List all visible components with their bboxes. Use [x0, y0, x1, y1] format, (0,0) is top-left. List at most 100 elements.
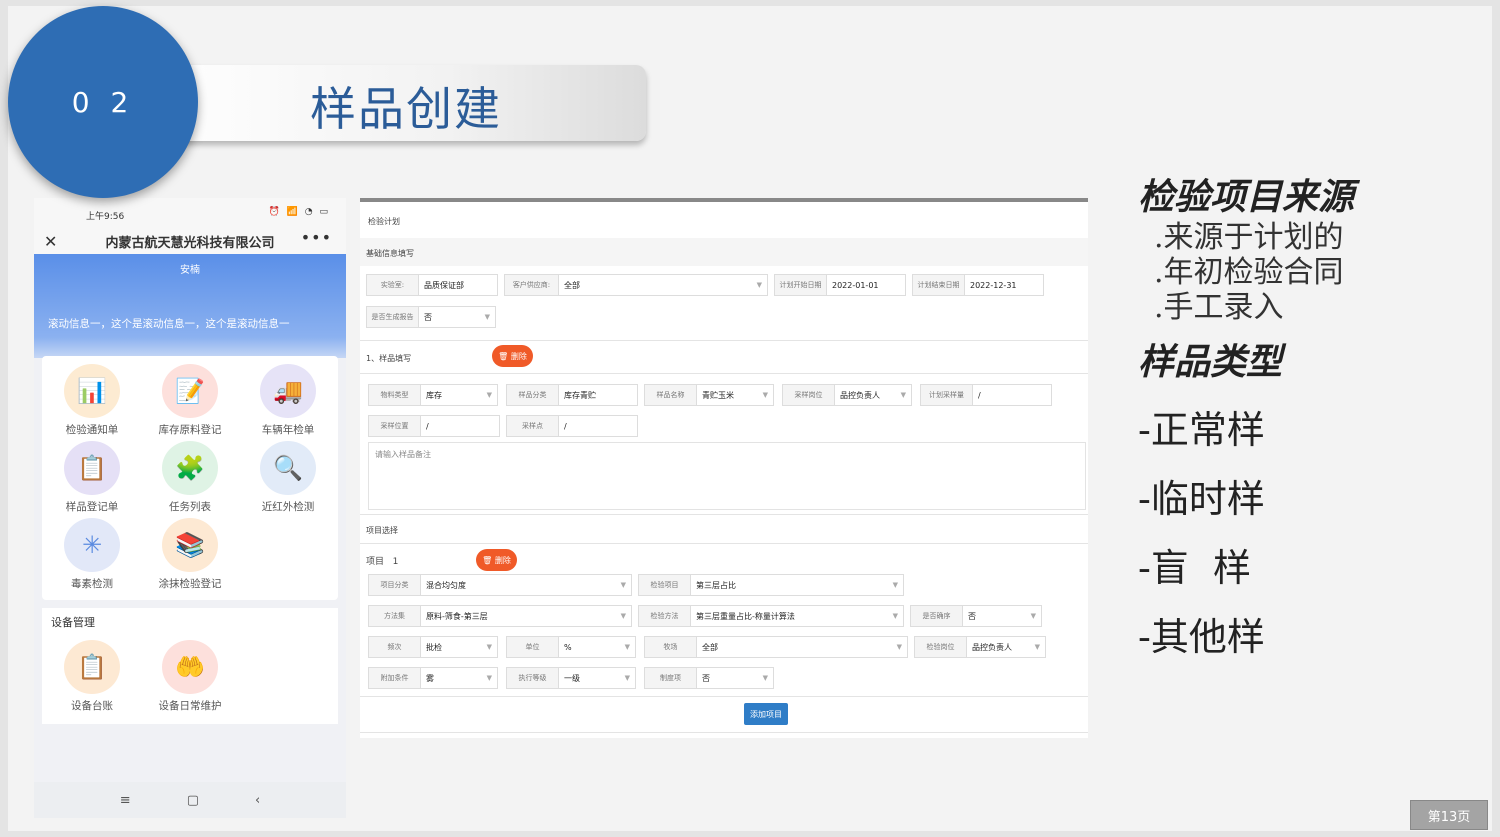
project-category-select[interactable]: 项目分类 混合均匀度 ▼: [368, 574, 632, 596]
company-title: 内蒙古航天慧光科技有限公司: [105, 236, 275, 251]
unit-select[interactable]: 单位% ▼: [506, 636, 636, 658]
field-value: 库存: [426, 390, 442, 400]
lab-field[interactable]: 实验室: 品质保证部: [366, 274, 498, 296]
chevron-down-icon: ▼: [486, 643, 492, 651]
sampling-point-field[interactable]: 采样点 /: [506, 415, 638, 437]
customer-select[interactable]: 客户供应商: 全部 ▼: [504, 274, 768, 296]
sample-category-field[interactable]: 样品分类 库存青贮: [506, 384, 638, 406]
home-icon[interactable]: ▢: [187, 793, 199, 808]
app-toxin-test[interactable]: ✳ 毒素检测: [42, 518, 142, 591]
field-label: 执行等级: [507, 668, 559, 688]
field-value: 第三层重量占比-称量计算法: [696, 611, 795, 621]
site-select[interactable]: 牧场 全部 ▼: [644, 636, 908, 658]
start-date-field[interactable]: 计划开始日期 2022-01-01: [774, 274, 906, 296]
method-set-select[interactable]: 方法集 原料-筛食-第三层 ▼: [368, 605, 632, 627]
app-device-ledger[interactable]: 📋 设备台账: [42, 640, 142, 713]
hand-box-icon: 🤲: [162, 640, 218, 694]
more-icon[interactable]: •••: [301, 228, 332, 247]
field-value: 品质保证部: [424, 280, 464, 290]
field-label: 牧场: [645, 637, 697, 657]
field-value: %: [564, 642, 572, 652]
delete-sample-button[interactable]: 🗑 删除: [492, 345, 533, 367]
report-select[interactable]: 是否生成报告否 ▼: [366, 306, 496, 328]
edit-icon: 📝: [162, 364, 218, 418]
frequency-select[interactable]: 频次 批检 ▼: [368, 636, 498, 658]
task-icon: 🧩: [162, 441, 218, 495]
chevron-down-icon: ▼: [1030, 612, 1036, 620]
field-value: 2022-12-31: [970, 280, 1017, 290]
inspection-role-select[interactable]: 检验岗位 品控负责人 ▼: [914, 636, 1046, 658]
app-nir-test[interactable]: 🔍 近红外检测: [238, 441, 338, 514]
menu-icon[interactable]: ≡: [120, 793, 131, 808]
status-time: 上午9:56: [86, 212, 125, 222]
field-value: 雾: [426, 673, 434, 683]
field-value: 全部: [564, 280, 580, 290]
field-label: 方法集: [369, 606, 421, 626]
chevron-down-icon: ▼: [620, 612, 626, 620]
back-icon[interactable]: ‹: [255, 793, 260, 808]
clipboard-check-icon: 📋: [64, 640, 120, 694]
material-type-select[interactable]: 物料类型 库存 ▼: [368, 384, 498, 406]
app-vehicle-check[interactable]: 🚚 车辆年检单: [238, 364, 338, 437]
app-label: 毒素检测: [71, 578, 113, 590]
sample-name-select[interactable]: 样品名称 青贮玉米 ▼: [644, 384, 774, 406]
chevron-down-icon: ▼: [756, 281, 762, 289]
magnifier-chart-icon: 🔍: [260, 441, 316, 495]
app-label: 样品登记单: [65, 501, 119, 513]
chevron-down-icon: ▼: [900, 391, 906, 399]
field-label: 采样岗位: [783, 385, 835, 405]
app-device-maintenance[interactable]: 🤲 设备日常维护: [140, 640, 240, 713]
delete-project-button[interactable]: 🗑 删除: [476, 549, 517, 571]
slide-title: 样品创建: [310, 82, 502, 136]
type-item: -其他样: [1138, 615, 1265, 659]
source-item: .来源于计划的: [1154, 220, 1344, 255]
app-swab-register[interactable]: 📚 涂抹检验登记: [140, 518, 240, 591]
books-icon: 📚: [162, 518, 218, 572]
field-label: 单位: [507, 637, 559, 657]
planned-quantity-field[interactable]: 计划采样量 /: [920, 384, 1052, 406]
end-date-field[interactable]: 计划结束日期 2022-12-31: [912, 274, 1044, 296]
app-inspection-notice[interactable]: 📊 检验通知单: [42, 364, 142, 437]
field-label: 采样点: [507, 416, 559, 436]
app-stock-register[interactable]: 📝 库存原料登记: [140, 364, 240, 437]
field-value: 品控负责人: [840, 390, 880, 400]
regulation-select[interactable]: 制度项否 ▼: [644, 667, 774, 689]
section-title: 项目选择: [366, 526, 398, 535]
field-value: 第三层占比: [696, 580, 736, 590]
type-heading: 样品类型: [1138, 341, 1283, 383]
add-project-button[interactable]: 添加项目: [744, 703, 788, 725]
bar-chart-icon: 📊: [64, 364, 120, 418]
app-grid: 📊 检验通知单 📝 库存原料登记 🚚 车辆年检单 📋 样品登记单 🧩 任务列表 🔍 近红外检…: [42, 356, 338, 600]
device-section-title: 设备管理: [51, 616, 95, 629]
field-value: 全部: [702, 642, 718, 652]
inspection-item-select[interactable]: 检验项目 第三层占比 ▼: [638, 574, 904, 596]
chevron-down-icon: ▼: [892, 581, 898, 589]
project-number: 1: [392, 557, 399, 567]
section-title: 基础信息填写: [366, 249, 414, 258]
app-label: 任务列表: [169, 501, 211, 513]
page-number: 第13页: [1410, 800, 1488, 830]
field-value: 品控负责人: [972, 642, 1012, 652]
sampling-location-field[interactable]: 采样位置 /: [368, 415, 500, 437]
project-label: 项目 1: [366, 554, 398, 567]
app-label: 涂抹检验登记: [158, 578, 222, 590]
field-value: 2022-01-01: [832, 280, 879, 290]
sampling-post-select[interactable]: 采样岗位 品控负责人 ▼: [782, 384, 912, 406]
extra-condition-select[interactable]: 附加条件雾 ▼: [368, 667, 498, 689]
sequence-select[interactable]: 是否确序否 ▼: [910, 605, 1042, 627]
inspection-method-select[interactable]: 检验方法 第三层重量占比-称量计算法 ▼: [638, 605, 904, 627]
field-label: 实验室:: [367, 275, 419, 295]
exec-level-select[interactable]: 执行等级 一级 ▼: [506, 667, 636, 689]
banner: 安楠 滚动信息一，这个是滚动信息一，这个是滚动信息一: [34, 254, 346, 358]
phone-screenshot: 上午9:56 ⏰ 📶 ◔ ▭ ✕ 内蒙古航天慧光科技有限公司 ••• 安楠 滚动…: [34, 198, 346, 818]
right-notes: 检验项目来源 .来源于计划的 .年初检验合同 .手工录入 样品类型 -正常样 -…: [1138, 168, 1354, 661]
project-label-text: 项目: [366, 557, 385, 567]
app-label: 近红外检测: [261, 501, 315, 513]
app-task-list[interactable]: 🧩 任务列表: [140, 441, 240, 514]
field-label: 频次: [369, 637, 421, 657]
app-sample-register[interactable]: 📋 样品登记单: [42, 441, 142, 514]
sample-remark-textarea[interactable]: 请输入样品备注: [368, 442, 1086, 510]
chevron-down-icon: ▼: [1034, 643, 1040, 651]
source-item: .手工录入: [1154, 290, 1284, 325]
field-value: /: [978, 390, 981, 400]
